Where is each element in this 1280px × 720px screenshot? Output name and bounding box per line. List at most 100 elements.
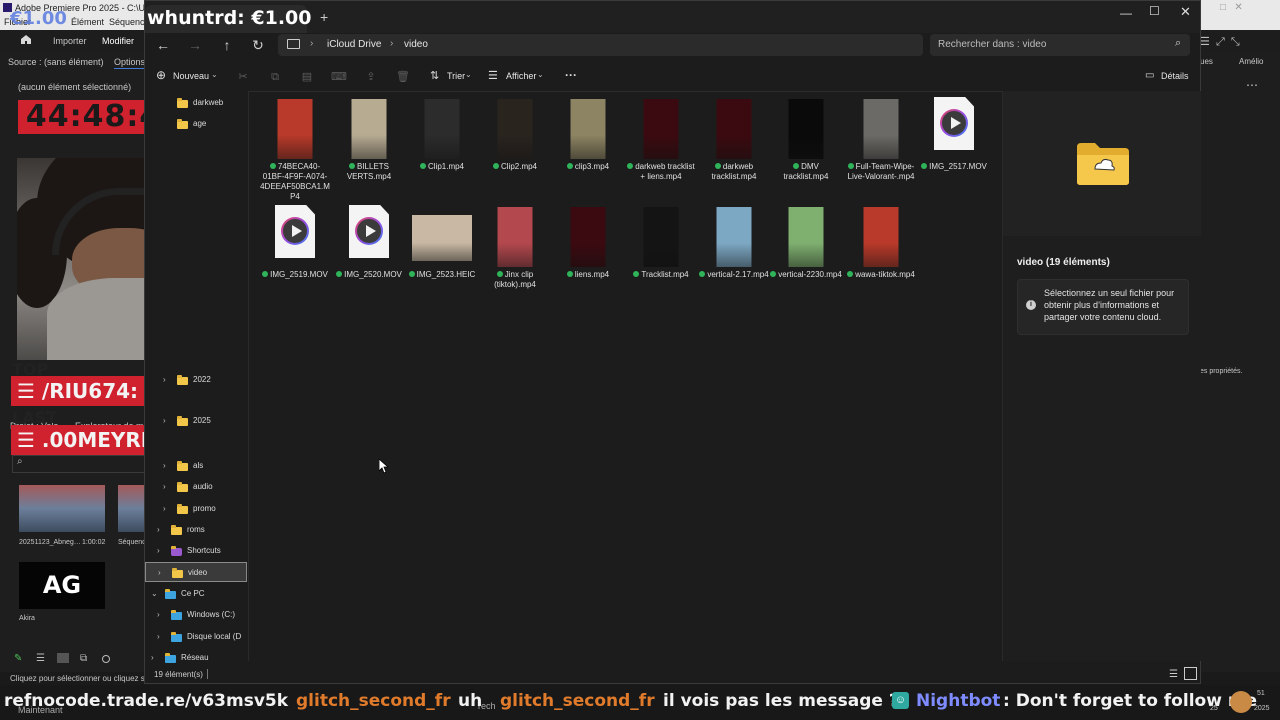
file-item[interactable]: clip3.mp4 <box>552 93 624 198</box>
file-item[interactable]: darkweb tracklist.mp4 <box>698 93 770 198</box>
new-tab-icon[interactable]: + <box>320 9 328 25</box>
freeform-view-icon[interactable]: ⧉ <box>80 653 87 664</box>
nav-item-roms[interactable]: › roms <box>145 520 247 540</box>
nav-item-disque-local-d[interactable]: › Disque local (D <box>145 627 247 647</box>
import-tab[interactable]: Importer <box>53 36 87 46</box>
file-item[interactable]: liens.mp4 <box>552 201 624 306</box>
clock-time: 51 <box>1257 690 1265 697</box>
new-button[interactable]: Nouveau <box>173 71 209 81</box>
rename-icon[interactable]: ⌨ <box>326 65 352 89</box>
expand-chevron-icon[interactable]: › <box>163 477 166 497</box>
file-item[interactable]: Full-Team-Wipe-Live-Valorant-.mp4 <box>845 93 917 198</box>
clip-thumbnail[interactable] <box>19 485 105 532</box>
cut-icon[interactable]: ✂ <box>230 65 256 89</box>
chat-ticker: Maintenant rech refnocode.trade.re/v63ms… <box>0 685 1280 720</box>
view-button[interactable]: Afficher <box>506 71 536 81</box>
nav-item-shortcuts[interactable]: › Shortcuts <box>145 541 247 561</box>
tiles-view-icon[interactable] <box>1184 667 1197 680</box>
copy-icon[interactable]: ⧉ <box>262 65 288 89</box>
premiere-window-controls[interactable]: □ ✕ <box>1220 2 1243 13</box>
nav-item-darkweb[interactable]: darkweb <box>145 93 247 113</box>
expand-chevron-icon[interactable]: ⌄ <box>151 584 158 604</box>
breadcrumb-video[interactable]: video <box>404 39 428 50</box>
more-button[interactable]: ··· <box>565 68 577 82</box>
file-item[interactable]: Jinx clip (tiktok).mp4 <box>479 201 551 306</box>
refresh-icon[interactable]: ↻ <box>245 33 271 57</box>
video-thumbnail <box>716 207 752 267</box>
sync-status-icon <box>408 271 415 277</box>
details-info-card: i Sélectionnez un seul fichier pour obte… <box>1017 279 1189 335</box>
close-icon[interactable]: ✕ <box>1180 4 1191 20</box>
minimize-icon[interactable]: — <box>1120 6 1132 20</box>
clock-year: 2025 <box>1254 705 1270 712</box>
nav-item-age[interactable]: age <box>145 114 247 134</box>
premiere-menu-element[interactable]: Élément <box>71 17 104 27</box>
akira-thumbnail[interactable]: AG <box>19 562 105 609</box>
edit-tab[interactable]: Modifier <box>102 36 134 46</box>
nav-item-2025[interactable]: › 2025 <box>145 411 247 431</box>
search-input[interactable]: Rechercher dans : video ⌕ <box>930 34 1190 56</box>
file-item[interactable]: IMG_2517.MOV <box>918 93 990 198</box>
paste-icon[interactable]: ▤ <box>294 65 320 89</box>
file-item[interactable]: vertical-2230.mp4 <box>770 201 842 306</box>
breadcrumb-icloud[interactable]: iCloud Drive <box>327 39 381 50</box>
file-item[interactable]: vertical-2.17.mp4 <box>698 201 770 306</box>
more-options-icon[interactable]: ⋯ <box>1246 78 1258 92</box>
sync-status-icon <box>566 163 573 169</box>
file-item[interactable]: IMG_2520.MOV <box>333 201 405 306</box>
forward-icon[interactable]: → <box>182 33 208 57</box>
file-item[interactable]: wawa-tiktok.mp4 <box>845 201 917 306</box>
file-name: IMG_2517.MOV <box>929 162 987 171</box>
amelioration-tab[interactable]: Amélio <box>1239 57 1263 66</box>
file-item[interactable]: darkweb tracklist + liens.mp4 <box>625 93 697 198</box>
delete-icon[interactable]: 🗑 <box>390 65 416 89</box>
nav-item-als[interactable]: › als <box>145 456 247 476</box>
expand-chevron-icon[interactable]: › <box>163 499 166 519</box>
nav-item-windows-c[interactable]: › Windows (C:) <box>145 605 247 625</box>
expand-chevron-icon[interactable]: › <box>157 520 160 540</box>
expand-chevron-icon[interactable]: › <box>163 456 166 476</box>
file-item[interactable]: 74BECA40-01BF-4F9F-A074-4DEEAF50BCA1.MP4 <box>259 93 331 201</box>
details-view-icon[interactable]: ☰ <box>1169 669 1178 680</box>
up-icon[interactable]: ↑ <box>214 33 240 57</box>
nav-item-audio[interactable]: › audio <box>145 477 247 497</box>
file-item[interactable]: IMG_2519.MOV <box>259 201 331 306</box>
source-tab[interactable]: Source : (sans élément) <box>8 57 104 67</box>
maximize-icon[interactable]: ☐ <box>1149 4 1160 18</box>
file-item[interactable]: Clip1.mp4 <box>406 93 478 198</box>
nav-item-video[interactable]: › video <box>145 562 247 582</box>
nav-item-label: darkweb <box>193 98 224 107</box>
pencil-icon[interactable]: ✎ <box>14 653 22 664</box>
search-placeholder: Rechercher dans : video <box>938 39 1047 50</box>
back-icon[interactable]: ← <box>150 33 176 57</box>
nav-item-promo[interactable]: › promo <box>145 499 247 519</box>
file-item[interactable]: IMG_2523.HEIC <box>406 201 478 306</box>
explorer-command-bar: ⊕ Nouveau ⌄ ✂ ⧉ ▤ ⌨ ⇪ 🗑 ⇅ Trier ⌄ ☰ Affi… <box>145 63 1200 92</box>
address-bar[interactable]: › iCloud Drive › video <box>278 34 923 56</box>
nav-item-2022[interactable]: › 2022 <box>145 370 247 390</box>
list-view-icon[interactable]: ☰ <box>36 653 45 664</box>
home-icon[interactable] <box>20 34 32 45</box>
expand-chevron-icon[interactable]: › <box>157 541 160 561</box>
nav-item-ce-pc[interactable]: ⌄ Ce PC <box>145 584 247 604</box>
donation-icon-2: ☰ <box>17 428 35 452</box>
premiere-right-icons[interactable]: ☰ ⤢ ⤡ <box>1200 35 1240 49</box>
expand-chevron-icon[interactable]: › <box>158 563 161 583</box>
file-item[interactable]: Clip2.mp4 <box>479 93 551 198</box>
sort-button[interactable]: Trier <box>447 71 465 81</box>
icon-view-icon[interactable] <box>57 653 69 663</box>
file-item[interactable]: DMV tracklist.mp4 <box>770 93 842 198</box>
file-item[interactable]: BILLETS VERTS.mp4 <box>333 93 405 198</box>
clock-date-prefix: 25 <box>1210 705 1218 712</box>
share-icon[interactable]: ⇪ <box>358 65 384 89</box>
file-item[interactable]: Tracklist.mp4 <box>625 201 697 306</box>
explorer-tab[interactable]: whuntrd: €1.00 <box>145 5 312 33</box>
folder-icon <box>177 98 188 108</box>
details-button[interactable]: Détails <box>1161 71 1189 81</box>
expand-chevron-icon[interactable]: › <box>157 627 160 647</box>
expand-chevron-icon[interactable]: › <box>157 605 160 625</box>
expand-chevron-icon[interactable]: › <box>163 411 166 431</box>
expand-chevron-icon[interactable]: › <box>163 370 166 390</box>
zoom-slider-handle[interactable] <box>102 655 110 663</box>
premiere-right-tab-partial[interactable]: ues <box>1200 57 1213 66</box>
